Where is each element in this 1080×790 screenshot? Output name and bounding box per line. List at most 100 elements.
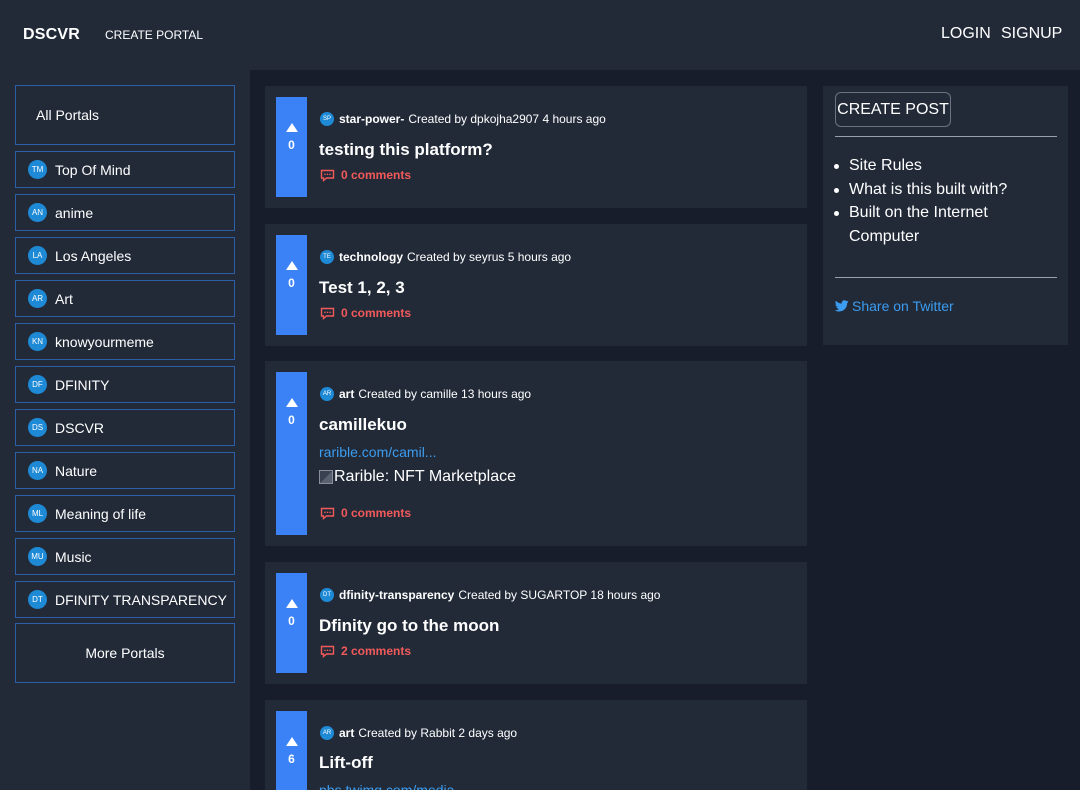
portal-badge: AN [28,203,47,222]
portal-badge: AR [320,726,334,740]
post-title[interactable]: camillekuo [319,415,407,435]
sidebar-item-meaning-of-life[interactable]: ML Meaning of life [15,495,235,532]
site-info-list: Site Rules What is this built with? Buil… [834,154,1049,248]
portal-badge: NA [28,461,47,480]
portal-badge: SP [320,112,334,126]
portal-badge: TM [28,160,47,179]
comments-count: 0 comments [341,306,412,320]
sidebar-item-nature[interactable]: NA Nature [15,452,235,489]
vote-count: 0 [288,614,295,628]
post-card: 0 AR art Created by camille 13 hours ago… [265,361,807,546]
post-external-link[interactable]: pbs.twimg.com/media... [319,782,466,790]
post-card: 0 DT dfinity-transparency Created by SUG… [265,562,807,684]
comment-icon [320,507,335,520]
sidebar-item-label: Top Of Mind [55,161,131,178]
all-portals-label: All Portals [36,107,100,123]
sidebar-item-top-of-mind[interactable]: TM Top Of Mind [15,151,235,188]
post-card: 0 SP star-power- Created by dpkojha2907 … [265,86,807,208]
internet-computer-link[interactable]: Built on the Internet Computer [834,201,1049,248]
create-portal-link[interactable]: CREATE PORTAL [105,28,203,42]
signup-link[interactable]: SIGNUP [1001,25,1062,43]
post-title[interactable]: Lift-off [319,753,373,773]
comment-icon [320,307,335,320]
login-link[interactable]: LOGIN [941,25,991,43]
sidebar-item-dscvr[interactable]: DS DSCVR [15,409,235,446]
post-author-time: Created by dpkojha2907 4 hours ago [408,112,606,126]
divider [835,277,1057,278]
upvote-button[interactable]: 0 [276,372,307,535]
post-portal-link[interactable]: star-power- [339,112,404,126]
sidebar-item-anime[interactable]: AN anime [15,194,235,231]
portal-badge: AR [28,289,47,308]
site-rules-link[interactable]: Site Rules [834,154,1049,178]
comments-link[interactable]: 0 comments [320,168,411,182]
post-portal-link[interactable]: art [339,387,354,401]
upvote-arrow-icon [285,737,298,746]
sidebar-item-art[interactable]: AR Art [15,280,235,317]
sidebar-item-label: Nature [55,462,98,479]
post-image: Rarible: NFT Marketplace [319,468,516,486]
post-card: 0 TE technology Created by seyrus 5 hour… [265,224,807,346]
portal-badge: AR [320,387,334,401]
sidebar-item-los-angeles[interactable]: LA Los Angeles [15,237,235,274]
comment-icon [320,645,335,658]
portal-badge: DT [28,590,47,609]
post-meta: DT dfinity-transparency Created by SUGAR… [320,588,660,602]
comments-link[interactable]: 2 comments [320,644,411,658]
post-title[interactable]: Test 1, 2, 3 [319,278,405,298]
post-portal-link[interactable]: art [339,726,354,740]
sidebar-item-dfinity-transparency[interactable]: DT DFINITY TRANSPARENCY [15,581,235,618]
sidebar-item-label: anime [55,204,94,221]
vote-count: 0 [288,413,295,427]
portal-badge: TE [320,250,334,264]
create-post-button[interactable]: CREATE POST [835,92,951,127]
comments-link[interactable]: 0 comments [320,306,411,320]
comments-link[interactable]: 0 comments [320,506,411,520]
upvote-button[interactable]: 0 [276,235,307,335]
post-meta: SP star-power- Created by dpkojha2907 4 … [320,112,606,126]
post-author-time: Created by Rabbit 2 days ago [358,726,518,740]
portal-badge: ML [28,504,47,523]
portal-badge: LA [28,246,47,265]
sidebar-item-label: knowyourmeme [55,333,154,350]
sidebar-item-label: Music [55,548,92,565]
twitter-icon [835,300,849,312]
upvote-arrow-icon [285,123,298,132]
upvote-arrow-icon [285,398,298,407]
post-meta: AR art Created by Rabbit 2 days ago [320,726,517,740]
portal-badge: DS [28,418,47,437]
divider [835,136,1057,137]
vote-count: 0 [288,138,295,152]
brand-logo[interactable]: DSCVR [23,26,80,44]
portal-badge: DF [28,375,47,394]
post-external-link[interactable]: rarible.com/camil... [319,444,436,460]
built-with-link[interactable]: What is this built with? [834,178,1049,202]
upvote-button[interactable]: 0 [276,573,307,673]
comments-count: 0 comments [341,168,412,182]
broken-image-icon [319,470,333,484]
sidebar-item-label: DFINITY TRANSPARENCY [55,591,227,608]
portal-sidebar: All Portals TM Top Of Mind AN anime LA L… [0,70,250,790]
more-portals-button[interactable]: More Portals [15,623,235,683]
post-portal-link[interactable]: technology [339,250,403,264]
sidebar-item-label: Art [55,290,73,307]
sidebar-item-dfinity[interactable]: DF DFINITY [15,366,235,403]
upvote-button[interactable]: 6 [276,711,307,790]
sidebar-item-label: DFINITY [55,376,110,393]
portal-badge: MU [28,547,47,566]
portal-badge: DT [320,588,334,602]
post-title[interactable]: Dfinity go to the moon [319,616,499,636]
upvote-arrow-icon [285,261,298,270]
post-title[interactable]: testing this platform? [319,140,493,160]
post-author-time: Created by SUGARTOP 18 hours ago [458,588,661,602]
post-meta: TE technology Created by seyrus 5 hours … [320,250,571,264]
share-on-twitter-link[interactable]: Share on Twitter [835,298,954,314]
upvote-button[interactable]: 0 [276,97,307,197]
sidebar-item-knowyourmeme[interactable]: KN knowyourmeme [15,323,235,360]
post-portal-link[interactable]: dfinity-transparency [339,588,454,602]
all-portals-button[interactable]: All Portals [15,85,235,145]
post-author-time: Created by camille 13 hours ago [358,387,532,401]
vote-count: 0 [288,276,295,290]
vote-count: 6 [288,752,295,766]
sidebar-item-music[interactable]: MU Music [15,538,235,575]
